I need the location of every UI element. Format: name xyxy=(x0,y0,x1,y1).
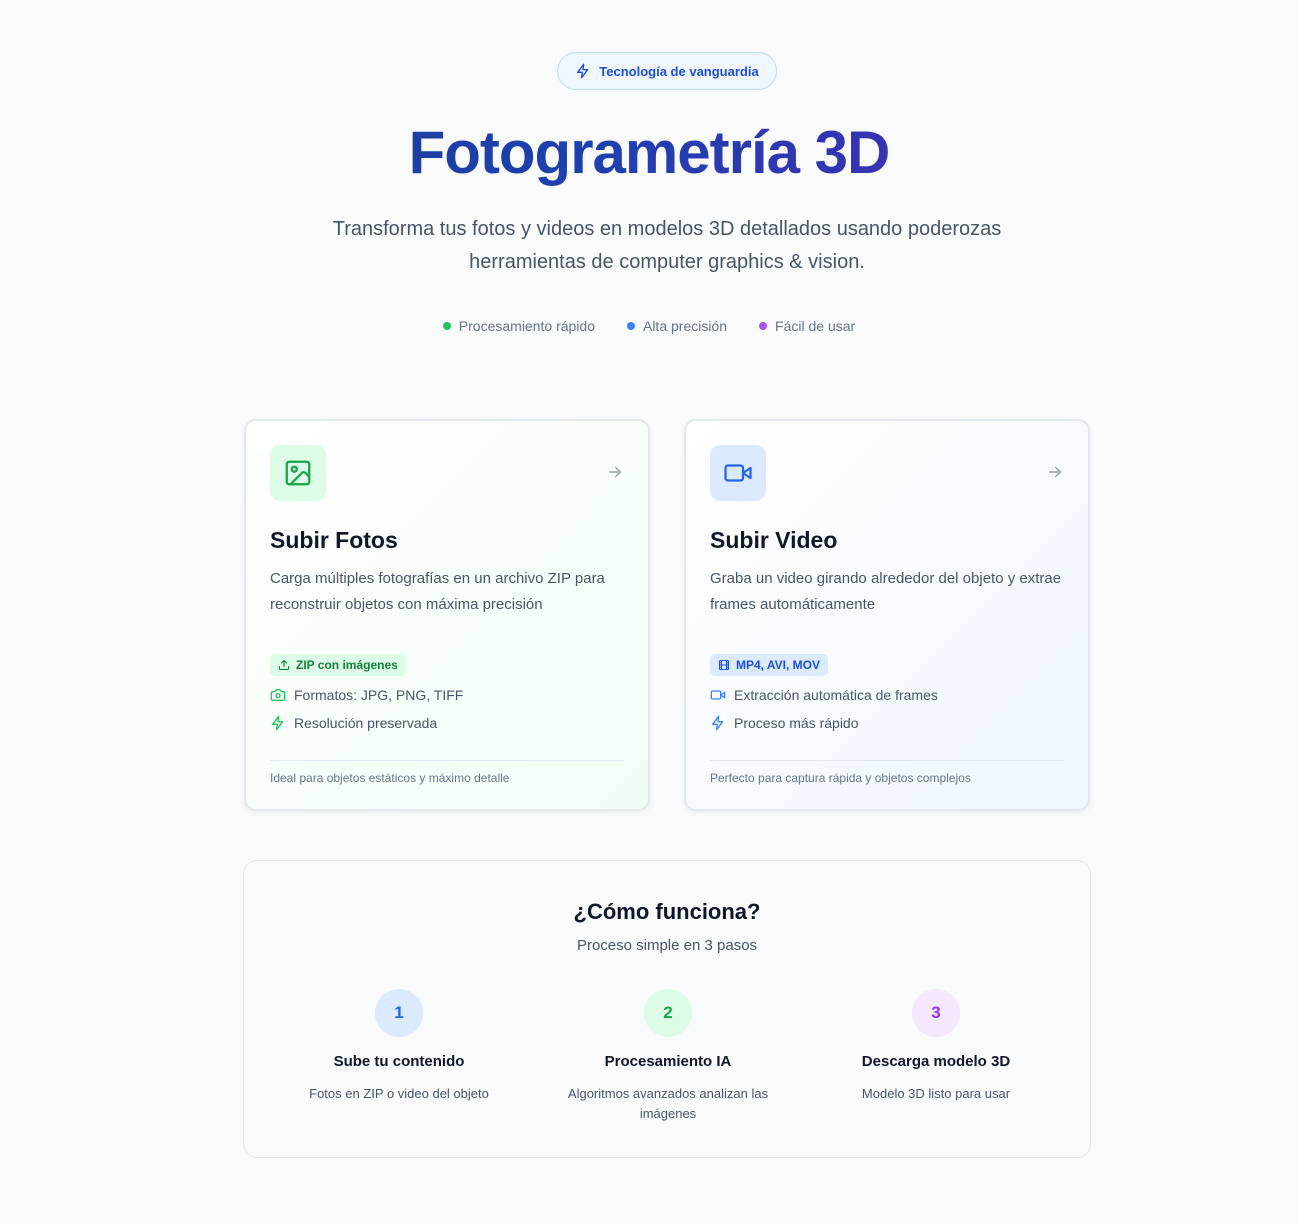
step-title: Procesamiento IA xyxy=(604,1053,732,1070)
spec-item: Extracción automática de frames xyxy=(710,686,1064,704)
step-number: 2 xyxy=(644,989,692,1037)
step-description: Algoritmos avanzados analizan las imágen… xyxy=(567,1086,769,1121)
video-icon xyxy=(724,464,752,482)
feature-dot xyxy=(442,322,451,330)
feature-label: Procesamiento rápido xyxy=(458,318,595,334)
lightning-icon xyxy=(272,715,284,731)
video-icon xyxy=(710,690,726,700)
feature-label: Alta precisión xyxy=(642,318,728,334)
spec-label: Proceso más rápido xyxy=(734,715,859,731)
step-number: 1 xyxy=(375,989,423,1037)
image-icon xyxy=(285,460,311,486)
format-pill: ZIP con imágenes xyxy=(270,654,406,676)
step-item: 1 Sube tu contenido Fotos en ZIP o video… xyxy=(279,989,519,1104)
spec-item: Resolución preservada xyxy=(270,714,624,732)
page-title: Fotogrametría 3D xyxy=(0,118,1298,187)
feature-dot xyxy=(759,322,768,330)
section-title: ¿Cómo funciona? xyxy=(573,899,761,924)
card-title: Subir Fotos xyxy=(270,527,398,553)
format-pill: MP4, AVI, MOV xyxy=(710,654,829,676)
feature-list: Procesamiento rápido Alta precisión Fáci… xyxy=(0,318,1298,334)
step-description: Fotos en ZIP o video del objeto xyxy=(309,1086,489,1101)
step-description: Modelo 3D listo para usar xyxy=(861,1086,1011,1101)
step-title: Descarga modelo 3D xyxy=(861,1053,1011,1070)
arrow-right-icon xyxy=(1046,463,1064,486)
upload-photos-card[interactable]: Subir Fotos Carga múltiples fotografías … xyxy=(244,419,650,811)
feature-dot xyxy=(626,322,635,330)
step-title: Sube tu contenido xyxy=(333,1053,465,1070)
upload-icon xyxy=(278,659,290,671)
video-icon-tile xyxy=(710,445,766,501)
spec-label: Extracción automática de frames xyxy=(734,687,938,703)
badge-label: Tecnología de vanguardia xyxy=(599,63,759,79)
step-item: 2 Procesamiento IA Algoritmos avanzados … xyxy=(548,989,788,1124)
spec-label: Resolución preservada xyxy=(294,715,438,731)
page-subtitle: Transforma tus fotos y videos en modelos… xyxy=(332,218,1002,273)
how-it-works-section: ¿Cómo funciona? Proceso simple en 3 paso… xyxy=(243,860,1091,1158)
spec-item: Proceso más rápido xyxy=(710,714,1064,732)
step-number: 3 xyxy=(912,989,960,1037)
step-item: 3 Descarga modelo 3D Modelo 3D listo par… xyxy=(816,989,1056,1104)
card-title: Subir Video xyxy=(710,527,838,553)
image-icon-tile xyxy=(270,445,326,501)
feature-item: Procesamiento rápido xyxy=(442,318,595,334)
spec-label: Formatos: JPG, PNG, TIFF xyxy=(294,687,464,703)
pill-label: MP4, AVI, MOV xyxy=(736,658,821,672)
camera-icon xyxy=(270,689,286,701)
card-description: Graba un video girando alrededor del obj… xyxy=(710,570,1062,613)
film-icon xyxy=(718,659,730,671)
card-footer: Perfecto para captura rápida y objetos c… xyxy=(710,760,1064,785)
lightning-icon xyxy=(577,63,589,79)
feature-label: Fácil de usar xyxy=(775,318,856,334)
technology-badge: Tecnología de vanguardia xyxy=(557,52,777,90)
arrow-right-icon xyxy=(606,463,624,486)
lightning-icon xyxy=(712,715,724,731)
section-subtitle: Proceso simple en 3 pasos xyxy=(576,937,758,954)
feature-item: Fácil de usar xyxy=(759,318,855,334)
pill-label: ZIP con imágenes xyxy=(296,658,398,672)
upload-video-card[interactable]: Subir Video Graba un video girando alred… xyxy=(684,419,1090,811)
feature-item: Alta precisión xyxy=(626,318,728,334)
card-footer: Ideal para objetos estáticos y máximo de… xyxy=(270,760,624,785)
spec-item: Formatos: JPG, PNG, TIFF xyxy=(270,686,624,704)
card-description: Carga múltiples fotografías en un archiv… xyxy=(270,570,605,613)
